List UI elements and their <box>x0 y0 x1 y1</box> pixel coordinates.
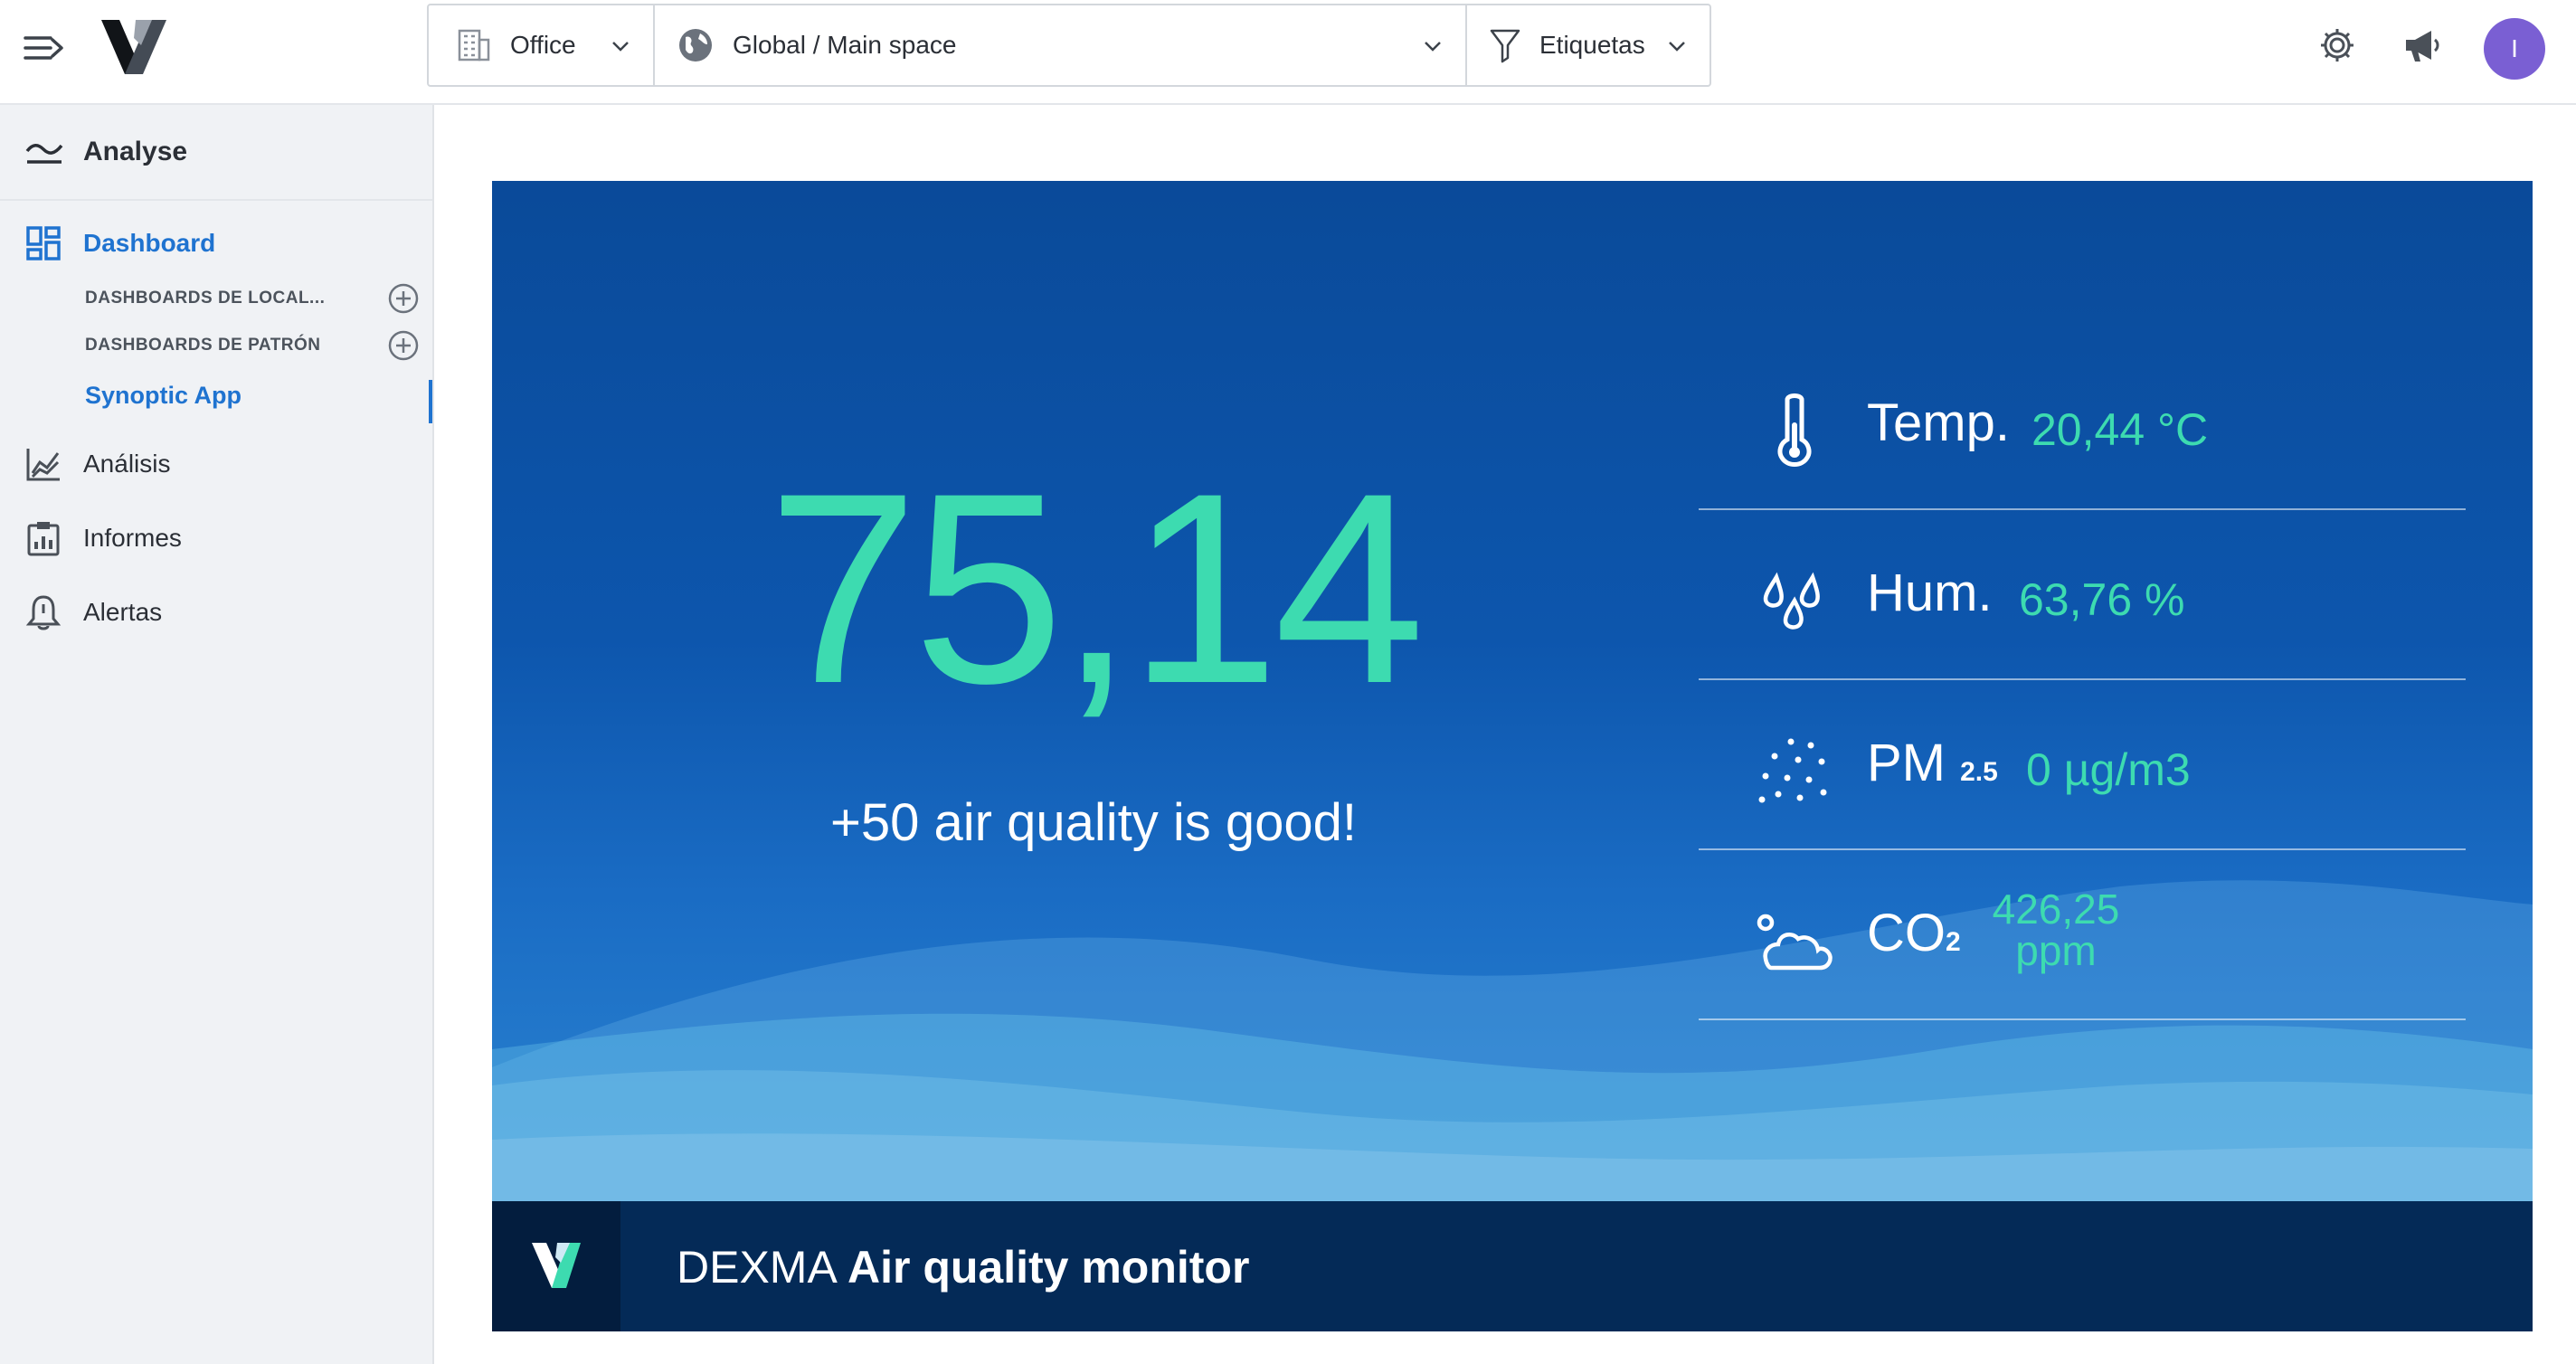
dexma-logo[interactable] <box>99 18 168 76</box>
metric-value: 0 µg/m3 <box>2026 744 2191 795</box>
metric-value: 20,44 °C <box>2031 404 2209 455</box>
metric-label-subscript: 2 <box>1946 927 1961 957</box>
add-circle-icon[interactable] <box>387 282 420 315</box>
add-circle-icon[interactable] <box>387 329 420 362</box>
metric-temperature: Temp. 20,44 °C <box>1699 340 2466 510</box>
metric-label: Hum. <box>1867 564 1993 622</box>
metric-label: CO2 <box>1867 903 1961 963</box>
metric-label-text: PM <box>1867 734 1946 792</box>
space-dropdown[interactable]: Global / Main space <box>653 5 1465 85</box>
sidebar-link-synoptic-app[interactable]: Synoptic App <box>85 382 242 410</box>
metric-pm25: PM 2.5 0 µg/m3 <box>1699 680 2466 850</box>
water-drops-icon <box>1763 572 1820 630</box>
chevron-down-icon <box>1669 42 1685 52</box>
expand-menu-icon[interactable] <box>24 33 65 63</box>
air-quality-widget: 75,14 +50 air quality is good! Temp. 20,… <box>492 181 2533 1331</box>
bell-icon <box>25 595 62 630</box>
sidebar-subitem-pattern-dashboards[interactable]: DASHBOARDS DE PATRÓN <box>85 327 420 364</box>
sidebar-item-label: Alertas <box>83 598 163 626</box>
metric-co2: CO2 426,25 ppm <box>1699 850 2466 1020</box>
metric-value: 63,76 % <box>2019 574 2185 625</box>
cloud-icon <box>1757 914 1833 971</box>
metric-value-unit: ppm <box>2015 927 2097 974</box>
widget-footer: DEXMA Air quality monitor <box>492 1201 2533 1331</box>
top-bar: Office Global / Main space Etiquetas I <box>0 0 2576 105</box>
sidebar: Analyse Dashboard DASHBOARDS DE LOCAL...… <box>0 105 434 1364</box>
chevron-down-icon <box>1425 42 1441 52</box>
dexma-logo <box>532 1243 581 1288</box>
tags-filter-dropdown[interactable]: Etiquetas <box>1465 5 1709 85</box>
thermometer-icon <box>1777 393 1812 467</box>
filter-icon <box>1490 29 1520 63</box>
context-selector: Office Global / Main space Etiquetas <box>427 4 1711 87</box>
sidebar-item-label: Análisis <box>83 450 171 478</box>
sidebar-item-analisis[interactable]: Análisis <box>0 441 434 487</box>
air-quality-message: +50 air quality is good! <box>830 793 1357 852</box>
chevron-down-icon <box>612 42 629 52</box>
widget-title: DEXMA Air quality monitor <box>677 1241 1249 1293</box>
line-chart-icon <box>26 449 60 481</box>
sidebar-item-alertas[interactable]: Alertas <box>0 590 434 635</box>
sidebar-item-label: Dashboard <box>83 229 216 257</box>
section-title: Analyse <box>83 137 188 166</box>
metric-label-text: CO <box>1867 904 1946 962</box>
particles-icon <box>1758 738 1827 803</box>
subitem-label: DASHBOARDS DE LOCAL... <box>85 289 326 308</box>
dashboard-icon <box>26 226 61 260</box>
active-indicator <box>429 380 432 423</box>
sidebar-item-dashboard[interactable]: Dashboard <box>0 221 434 266</box>
space-label: Global / Main space <box>733 31 957 59</box>
metric-label-subscript: 2.5 <box>1960 757 1998 787</box>
footer-logo-box <box>492 1201 620 1331</box>
air-quality-score: 75,14 <box>767 436 1425 740</box>
location-type-label: Office <box>510 31 576 59</box>
clipboard-report-icon <box>27 522 60 556</box>
gear-icon[interactable] <box>2317 25 2357 65</box>
sidebar-item-label: Informes <box>83 524 182 552</box>
megaphone-icon[interactable] <box>2402 25 2444 65</box>
location-type-dropdown[interactable]: Office <box>429 5 653 85</box>
metric-humidity: Hum. 63,76 % <box>1699 510 2466 680</box>
sidebar-item-informes[interactable]: Informes <box>0 516 434 561</box>
metric-label: PM 2.5 <box>1867 733 1998 793</box>
sidebar-subitem-location-dashboards[interactable]: DASHBOARDS DE LOCAL... <box>85 280 420 317</box>
analyse-icon <box>25 144 63 164</box>
metric-value: 426,25 ppm <box>1988 888 2124 971</box>
tags-label: Etiquetas <box>1539 31 1645 59</box>
metric-value-number: 426,25 <box>1992 886 2120 933</box>
subitem-label: DASHBOARDS DE PATRÓN <box>85 336 321 355</box>
metric-label: Temp. <box>1867 393 2010 452</box>
user-avatar[interactable]: I <box>2484 18 2545 80</box>
brand-name: DEXMA <box>677 1242 836 1293</box>
analyse-section-header[interactable]: Analyse <box>0 105 432 201</box>
globe-icon <box>679 29 712 62</box>
widget-title-text: Air quality monitor <box>847 1242 1250 1293</box>
building-icon <box>458 29 490 62</box>
